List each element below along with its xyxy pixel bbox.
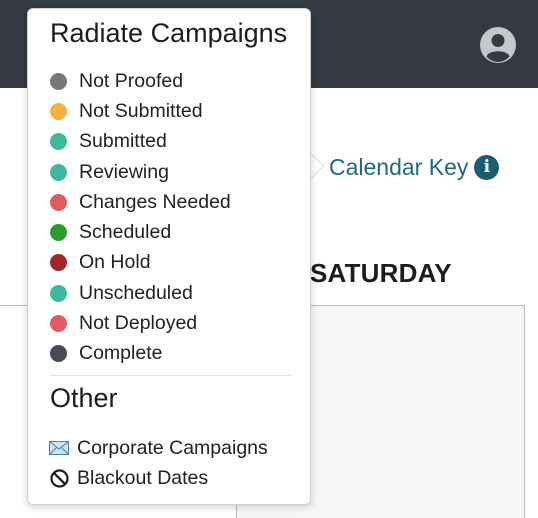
legend-label: On Hold bbox=[79, 251, 151, 274]
legend-item-corporate-campaigns: Corporate Campaigns bbox=[48, 433, 268, 463]
status-dot-icon bbox=[50, 315, 67, 333]
other-section-title: Other bbox=[50, 383, 118, 413]
popover-title: Radiate Campaigns bbox=[50, 18, 288, 48]
status-dot-icon bbox=[50, 72, 67, 90]
legend-label: Scheduled bbox=[79, 221, 172, 244]
legend-label: Changes Needed bbox=[79, 190, 231, 213]
legend-label: Not Deployed bbox=[79, 312, 198, 335]
legend-item-blackout-dates: Blackout Dates bbox=[48, 463, 268, 493]
legend-item-submitted: Submitted bbox=[50, 127, 231, 157]
legend-item-not-submitted: Not Submitted bbox=[50, 96, 231, 126]
envelope-icon bbox=[48, 439, 70, 457]
info-icon[interactable]: i bbox=[474, 154, 500, 180]
legend-item-unscheduled: Unscheduled bbox=[50, 278, 231, 308]
legend-label: Submitted bbox=[79, 130, 167, 153]
status-dot-icon bbox=[50, 193, 67, 211]
calendar-key-link[interactable]: Calendar Key i bbox=[329, 152, 500, 182]
legend-label: Complete bbox=[79, 342, 163, 365]
legend-item-scheduled: Scheduled bbox=[50, 217, 231, 247]
status-dot-icon bbox=[50, 102, 67, 120]
day-header-saturday: SATURDAY bbox=[310, 258, 452, 288]
legend-label: Reviewing bbox=[79, 160, 169, 183]
calendar-grid-line bbox=[524, 305, 525, 518]
legend-label: Not Proofed bbox=[79, 69, 184, 92]
user-circle-icon[interactable] bbox=[479, 26, 517, 64]
legend-item-not-proofed: Not Proofed bbox=[50, 66, 231, 96]
status-dot-icon bbox=[50, 345, 67, 363]
legend-item-reviewing: Reviewing bbox=[50, 157, 231, 187]
legend-label: Not Submitted bbox=[79, 99, 203, 122]
legend-item-not-deployed: Not Deployed bbox=[50, 308, 231, 338]
legend-item-changes-needed: Changes Needed bbox=[50, 187, 231, 217]
legend-item-on-hold: On Hold bbox=[50, 248, 231, 278]
calendar-key-label: Calendar Key bbox=[329, 153, 469, 180]
status-dot-icon bbox=[50, 224, 67, 242]
status-dot-icon bbox=[50, 284, 67, 302]
popover-divider bbox=[50, 375, 291, 376]
legend-label: Blackout Dates bbox=[77, 466, 209, 489]
legend-item-complete: Complete bbox=[50, 339, 231, 369]
status-dot-icon bbox=[50, 163, 67, 181]
status-dot-icon bbox=[50, 254, 67, 272]
other-legend-list: Corporate Campaigns Blackout Dates bbox=[48, 433, 268, 493]
status-legend-list: Not Proofed Not Submitted Submitted Revi… bbox=[50, 66, 231, 369]
legend-label: Corporate Campaigns bbox=[77, 436, 268, 459]
no-entry-icon bbox=[48, 468, 70, 488]
calendar-key-popover: Radiate Campaigns Not Proofed Not Submit… bbox=[27, 8, 311, 505]
legend-label: Unscheduled bbox=[79, 281, 193, 304]
status-dot-icon bbox=[50, 133, 67, 151]
popover-arrow-fill bbox=[310, 153, 323, 179]
